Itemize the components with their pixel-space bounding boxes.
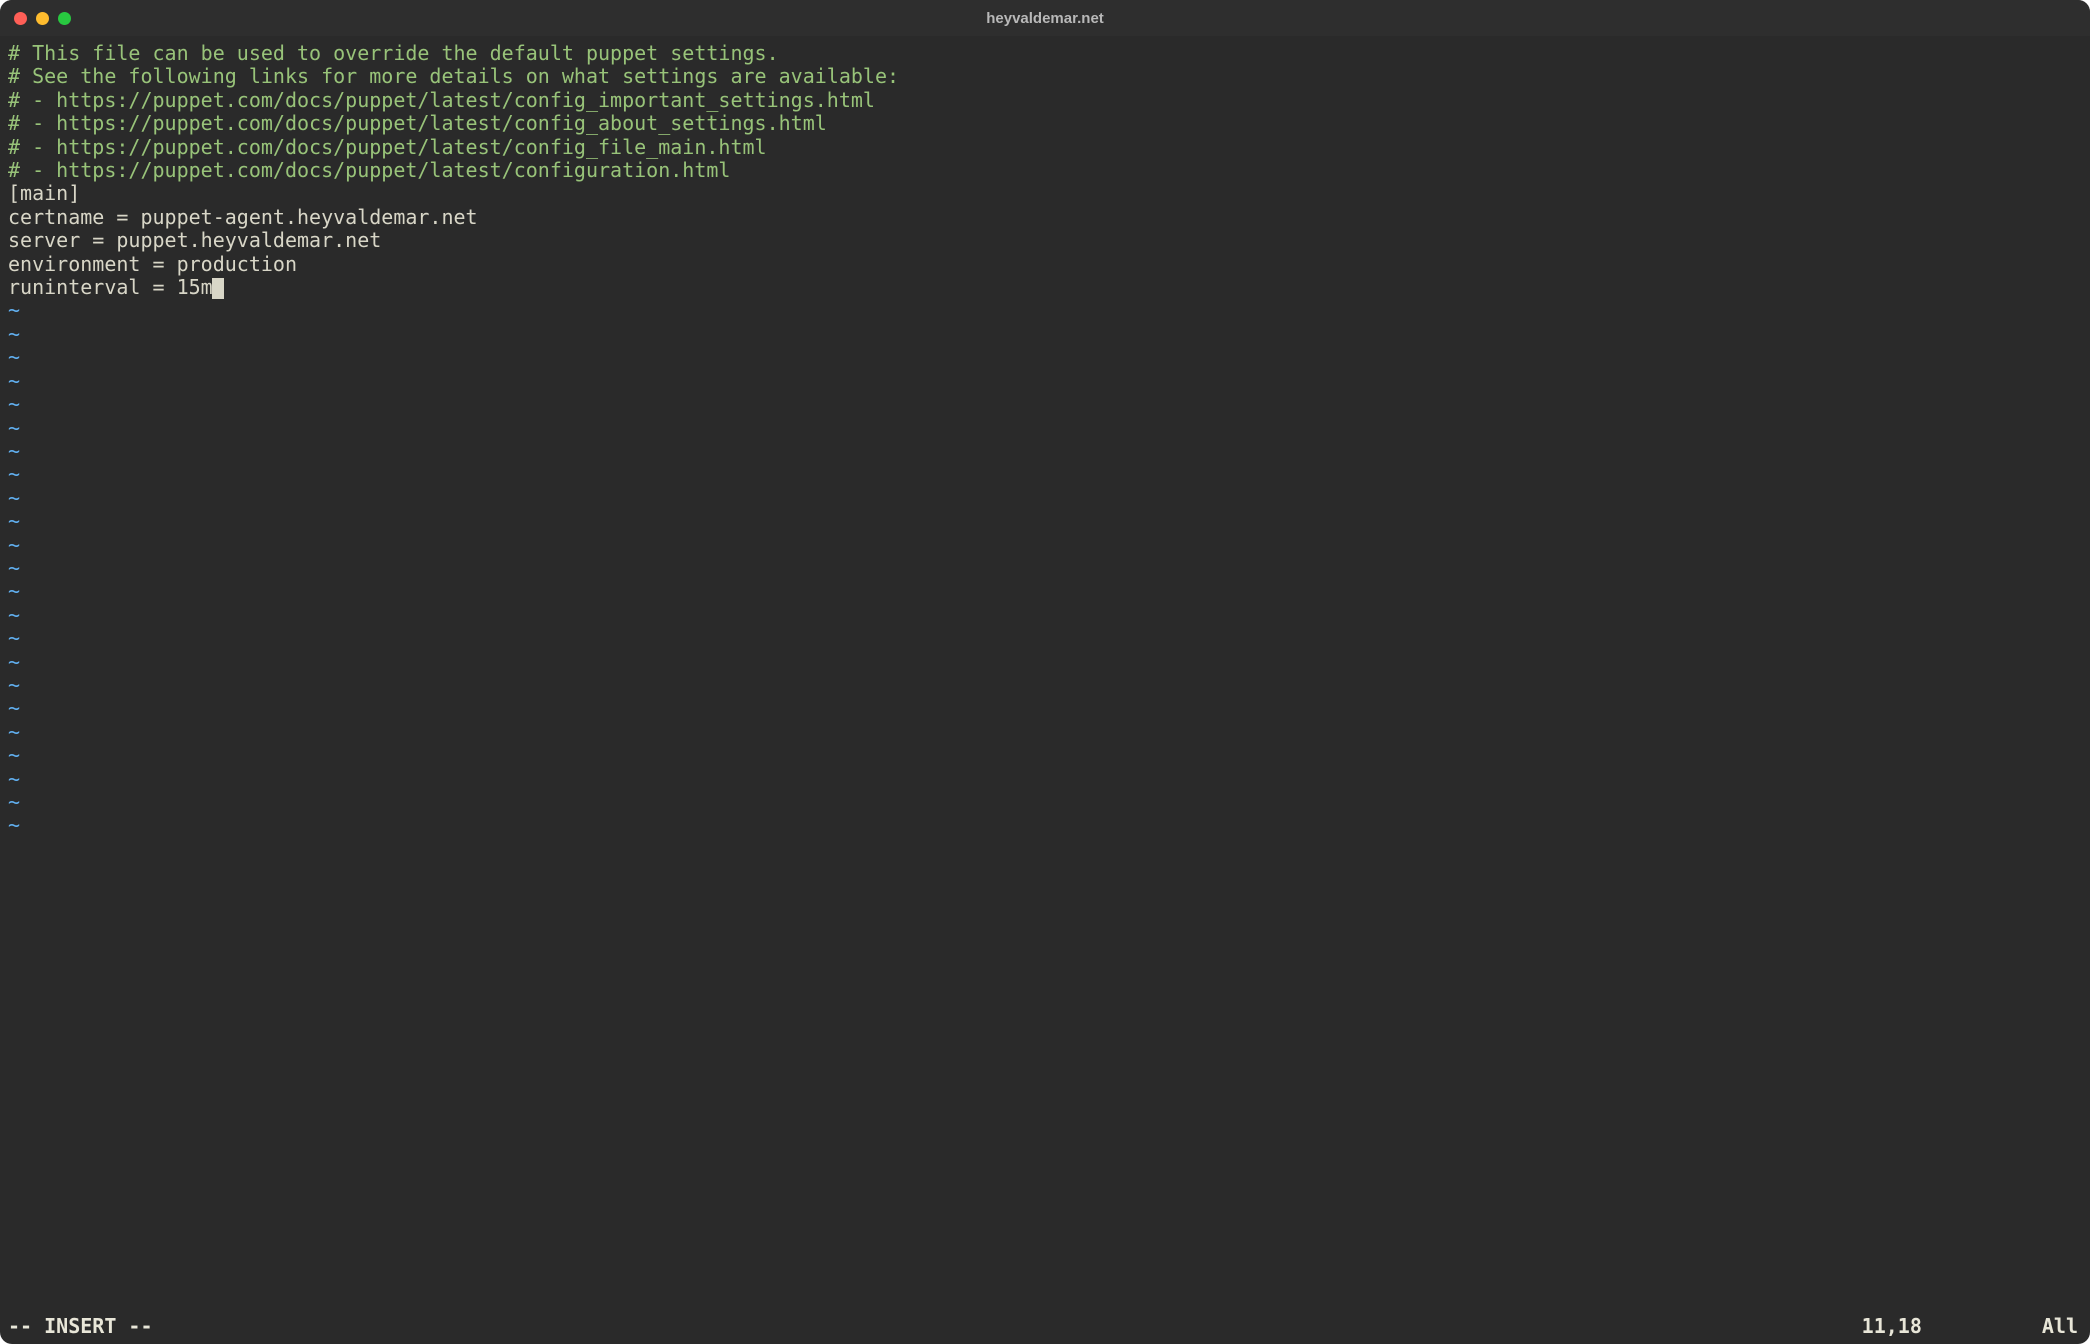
empty-line-tilde: ~ bbox=[8, 674, 2082, 697]
empty-line-tilde: ~ bbox=[8, 814, 2082, 837]
empty-line-tilde: ~ bbox=[8, 697, 2082, 720]
empty-line-tilde: ~ bbox=[8, 768, 2082, 791]
empty-line-tilde: ~ bbox=[8, 580, 2082, 603]
empty-line-tilde: ~ bbox=[8, 463, 2082, 486]
file-line: environment = production bbox=[8, 253, 2082, 276]
zoom-icon[interactable] bbox=[58, 12, 71, 25]
file-line: # - https://puppet.com/docs/puppet/lates… bbox=[8, 136, 2082, 159]
empty-line-tilde: ~ bbox=[8, 557, 2082, 580]
file-line: # - https://puppet.com/docs/puppet/lates… bbox=[8, 112, 2082, 135]
empty-line-tilde: ~ bbox=[8, 487, 2082, 510]
empty-line-tilde: ~ bbox=[8, 744, 2082, 767]
empty-line-tilde: ~ bbox=[8, 299, 2082, 322]
empty-line-tilde: ~ bbox=[8, 534, 2082, 557]
file-line: server = puppet.heyvaldemar.net bbox=[8, 229, 2082, 252]
file-line: # - https://puppet.com/docs/puppet/lates… bbox=[8, 89, 2082, 112]
empty-line-tilde: ~ bbox=[8, 721, 2082, 744]
cursor-position: 11,18 bbox=[1862, 1314, 1922, 1338]
file-line: # See the following links for more detai… bbox=[8, 65, 2082, 88]
window-controls bbox=[0, 12, 71, 25]
file-line: # This file can be used to override the … bbox=[8, 42, 2082, 65]
empty-line-tilde: ~ bbox=[8, 627, 2082, 650]
file-line: certname = puppet-agent.heyvaldemar.net bbox=[8, 206, 2082, 229]
file-line: [main] bbox=[8, 182, 2082, 205]
empty-line-tilde: ~ bbox=[8, 393, 2082, 416]
file-line: runinterval = 15m bbox=[8, 276, 2082, 299]
empty-line-tilde: ~ bbox=[8, 323, 2082, 346]
empty-line-tilde: ~ bbox=[8, 791, 2082, 814]
file-line: # - https://puppet.com/docs/puppet/lates… bbox=[8, 159, 2082, 182]
empty-line-tilde: ~ bbox=[8, 370, 2082, 393]
terminal-window: heyvaldemar.net # This file can be used … bbox=[0, 0, 2090, 1344]
vim-mode: -- INSERT -- bbox=[8, 1314, 153, 1338]
scroll-percent: All bbox=[2042, 1314, 2078, 1338]
vim-status-bar: -- INSERT -- 11,18 All bbox=[0, 1310, 2090, 1344]
window-title: heyvaldemar.net bbox=[0, 10, 2090, 27]
titlebar: heyvaldemar.net bbox=[0, 0, 2090, 36]
empty-line-tilde: ~ bbox=[8, 346, 2082, 369]
cursor-icon bbox=[212, 278, 224, 299]
empty-line-tilde: ~ bbox=[8, 417, 2082, 440]
empty-line-tilde: ~ bbox=[8, 604, 2082, 627]
minimize-icon[interactable] bbox=[36, 12, 49, 25]
empty-line-tilde: ~ bbox=[8, 651, 2082, 674]
editor-viewport[interactable]: # This file can be used to override the … bbox=[0, 36, 2090, 1310]
empty-line-tilde: ~ bbox=[8, 440, 2082, 463]
empty-line-tilde: ~ bbox=[8, 510, 2082, 533]
close-icon[interactable] bbox=[14, 12, 27, 25]
